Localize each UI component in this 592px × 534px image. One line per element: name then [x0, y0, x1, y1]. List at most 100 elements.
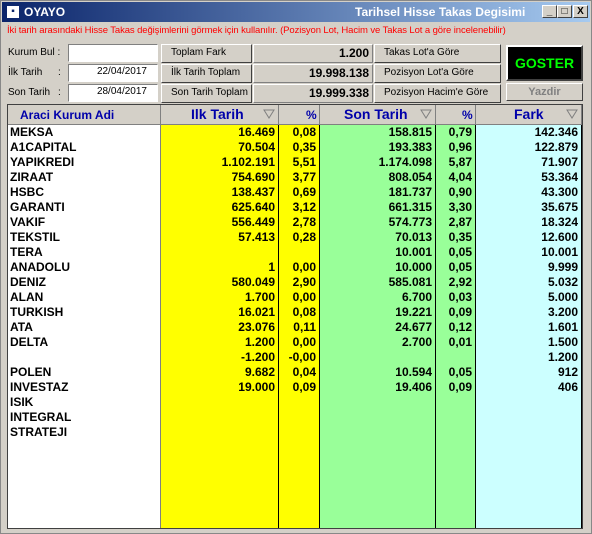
kurum-cell[interactable]: GARANTI [8, 200, 160, 215]
ilk-tarih-cell[interactable] [161, 410, 278, 425]
ilk-tarih-cell[interactable]: 1 [161, 260, 278, 275]
kurum-cell[interactable]: ATA [8, 320, 160, 335]
title-bar[interactable]: ▪ OYAYO Tarihsel Hisse Takas Degisimi _ … [2, 2, 590, 22]
header-son-pct[interactable]: % [436, 105, 476, 125]
ilk-tarih-cell[interactable]: 16.469 [161, 125, 278, 140]
son-pct-cell[interactable]: 4,04 [436, 170, 475, 185]
ilk-pct-cell[interactable]: 2,78 [279, 215, 319, 230]
son-tarih-input[interactable]: 28/04/2017 [68, 84, 158, 102]
ilk-tarih-cell[interactable] [161, 395, 278, 410]
fark-cell[interactable]: 1.200 [476, 350, 581, 365]
son-pct-cell[interactable]: 0,96 [436, 140, 475, 155]
ilk-tarih-cell[interactable]: -1.200 [161, 350, 278, 365]
ilk-pct-cell[interactable]: 5,51 [279, 155, 319, 170]
son-pct-cell[interactable]: 2,87 [436, 215, 475, 230]
ilk-pct-cell[interactable]: -0,00 [279, 350, 319, 365]
ilk-tarih-input[interactable]: 22/04/2017 [68, 64, 158, 82]
ilk-tarih-cell[interactable]: 754.690 [161, 170, 278, 185]
close-button[interactable]: X [573, 5, 588, 18]
kurum-cell[interactable]: TURKISH [8, 305, 160, 320]
goster-button[interactable]: GOSTER [506, 45, 583, 81]
fark-cell[interactable]: 912 [476, 365, 581, 380]
fark-cell[interactable]: 9.999 [476, 260, 581, 275]
kurum-cell[interactable]: ANADOLU [8, 260, 160, 275]
fark-cell[interactable]: 1.500 [476, 335, 581, 350]
son-tarih-cell[interactable]: 10.000 [320, 260, 435, 275]
fark-cell[interactable]: 1.601 [476, 320, 581, 335]
fark-cell[interactable]: 5.000 [476, 290, 581, 305]
fark-cell[interactable]: 71.907 [476, 155, 581, 170]
son-tarih-cell[interactable]: 808.054 [320, 170, 435, 185]
ilk-pct-cell[interactable]: 0,00 [279, 260, 319, 275]
ilk-pct-cell[interactable]: 2,90 [279, 275, 319, 290]
kurum-cell[interactable]: DELTA [8, 335, 160, 350]
son-tarih-cell[interactable]: 10.594 [320, 365, 435, 380]
son-tarih-cell[interactable] [320, 425, 435, 440]
kurum-bul-input[interactable] [68, 44, 158, 62]
son-tarih-cell[interactable]: 1.174.098 [320, 155, 435, 170]
sort-down-icon[interactable] [420, 108, 432, 120]
kurum-cell[interactable]: DENIZ [8, 275, 160, 290]
kurum-cell[interactable]: YAPIKREDI [8, 155, 160, 170]
pozisyon-hacim-button[interactable]: Pozisyon Hacim'e Göre [374, 84, 501, 103]
ilk-tarih-cell[interactable]: 70.504 [161, 140, 278, 155]
son-pct-cell[interactable]: 0,03 [436, 290, 475, 305]
fark-cell[interactable]: 35.675 [476, 200, 581, 215]
fark-cell[interactable]: 12.600 [476, 230, 581, 245]
kurum-cell[interactable]: MEKSA [8, 125, 160, 140]
ilk-tarih-cell[interactable]: 138.437 [161, 185, 278, 200]
fark-cell[interactable]: 3.200 [476, 305, 581, 320]
ilk-pct-cell[interactable]: 3,12 [279, 200, 319, 215]
son-tarih-cell[interactable]: 19.406 [320, 380, 435, 395]
son-pct-cell[interactable]: 0,05 [436, 260, 475, 275]
ilk-pct-cell[interactable] [279, 425, 319, 440]
son-tarih-cell[interactable] [320, 395, 435, 410]
sort-down-icon[interactable] [263, 108, 275, 120]
pozisyon-lot-button[interactable]: Pozisyon Lot'a Göre [374, 64, 501, 83]
kurum-cell[interactable]: ALAN [8, 290, 160, 305]
fark-cell[interactable]: 406 [476, 380, 581, 395]
takas-lot-button[interactable]: Takas Lot'a Göre [374, 44, 501, 63]
ilk-pct-cell[interactable] [279, 245, 319, 260]
ilk-tarih-cell[interactable]: 23.076 [161, 320, 278, 335]
kurum-cell[interactable]: A1CAPITAL [8, 140, 160, 155]
ilk-tarih-cell[interactable]: 1.102.191 [161, 155, 278, 170]
header-ilk-pct[interactable]: % [279, 105, 320, 125]
takas-table[interactable]: Araci Kurum Adi MEKSA A1CAPITAL YAPIKREDI Z… [7, 104, 583, 529]
kurum-cell[interactable]: STRATEJI [8, 425, 160, 440]
son-pct-cell[interactable] [436, 425, 475, 440]
ilk-tarih-cell[interactable]: 19.000 [161, 380, 278, 395]
fark-cell[interactable]: 142.346 [476, 125, 581, 140]
ilk-pct-cell[interactable]: 0,69 [279, 185, 319, 200]
kurum-cell[interactable]: ISIK [8, 395, 160, 410]
son-pct-cell[interactable]: 0,01 [436, 335, 475, 350]
kurum-cell[interactable]: POLEN [8, 365, 160, 380]
son-pct-cell[interactable]: 0,05 [436, 245, 475, 260]
son-pct-cell[interactable]: 0,12 [436, 320, 475, 335]
fark-cell[interactable]: 10.001 [476, 245, 581, 260]
ilk-tarih-cell[interactable]: 9.682 [161, 365, 278, 380]
ilk-pct-cell[interactable]: 0,08 [279, 125, 319, 140]
minimize-button[interactable]: _ [542, 5, 557, 18]
kurum-cell[interactable]: TERA [8, 245, 160, 260]
son-tarih-cell[interactable]: 6.700 [320, 290, 435, 305]
ilk-tarih-cell[interactable]: 625.640 [161, 200, 278, 215]
son-tarih-cell[interactable]: 574.773 [320, 215, 435, 230]
son-pct-cell[interactable] [436, 410, 475, 425]
son-pct-cell[interactable] [436, 395, 475, 410]
ilk-tarih-cell[interactable]: 1.700 [161, 290, 278, 305]
ilk-pct-cell[interactable]: 0,04 [279, 365, 319, 380]
ilk-tarih-cell[interactable]: 57.413 [161, 230, 278, 245]
fark-cell[interactable]: 43.300 [476, 185, 581, 200]
son-tarih-cell[interactable]: 70.013 [320, 230, 435, 245]
header-fark[interactable]: Fark [476, 105, 582, 125]
fark-cell[interactable]: 18.324 [476, 215, 581, 230]
ilk-pct-cell[interactable]: 0,00 [279, 290, 319, 305]
sort-down-icon[interactable] [566, 108, 578, 120]
ilk-tarih-cell[interactable]: 16.021 [161, 305, 278, 320]
kurum-cell[interactable]: TEKSTIL [8, 230, 160, 245]
son-tarih-cell[interactable]: 661.315 [320, 200, 435, 215]
son-tarih-cell[interactable] [320, 410, 435, 425]
kurum-cell[interactable]: INVESTAZ [8, 380, 160, 395]
son-tarih-cell[interactable]: 19.221 [320, 305, 435, 320]
